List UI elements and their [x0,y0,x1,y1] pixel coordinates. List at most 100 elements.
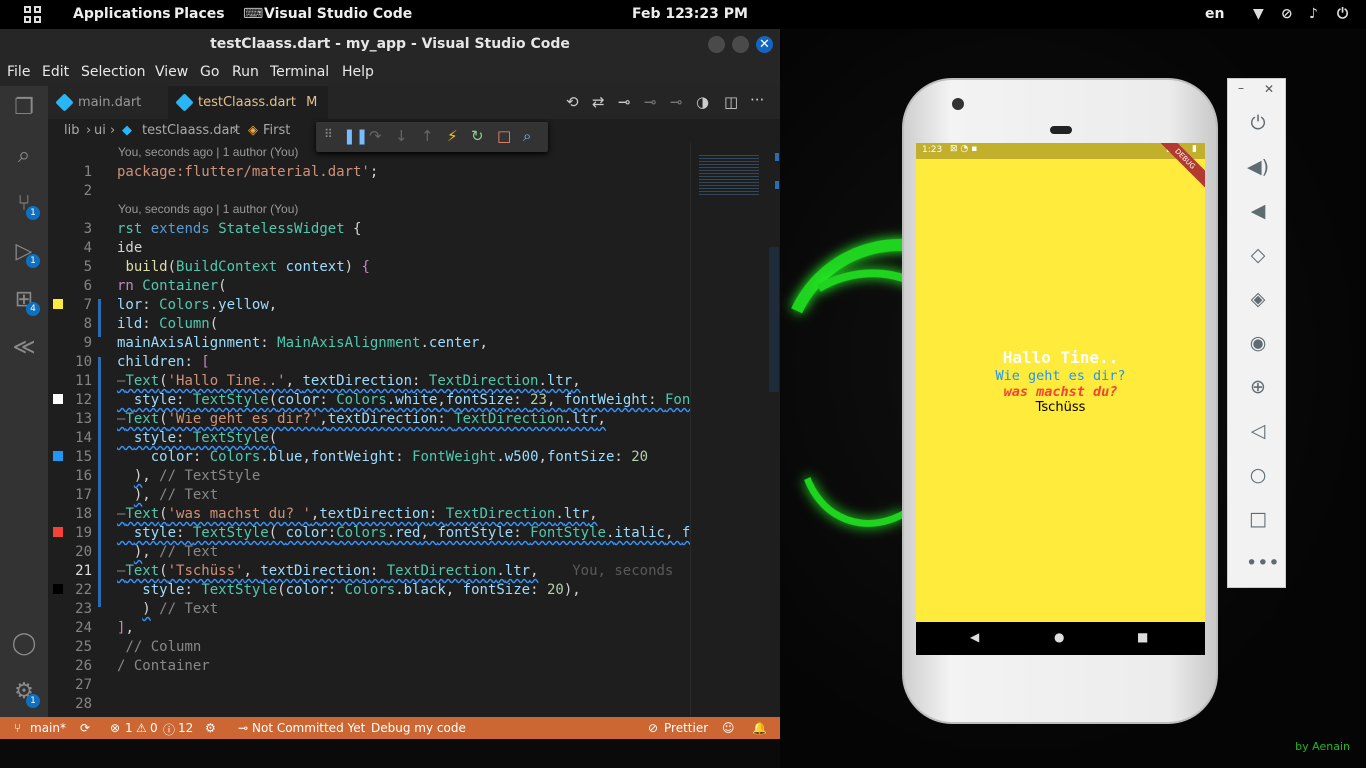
power-icon[interactable]: ⏻ [1337,6,1348,22]
timeline-icon[interactable]: ⟲ [566,93,579,111]
overview-icon[interactable]: □ [1246,507,1270,531]
microphone-icon[interactable]: ♪ [1309,6,1318,22]
breadcrumb-lib[interactable]: lib [64,123,79,138]
hallo-text: Hallo Tine.. [1002,348,1119,367]
menu-file[interactable]: File [7,64,30,80]
code-line: package:flutter/material.dart'; [117,164,379,180]
split-editor-icon[interactable]: ◫ [724,93,738,111]
flutter-icon[interactable]: ≪ [10,334,38,362]
tab-main-dart[interactable]: main.dart [48,86,168,119]
code-editor[interactable]: You, seconds ago | 1 author (You) You, s… [48,143,699,717]
menu-view[interactable]: View [155,64,188,80]
git-commit-icon[interactable]: ⊸ [618,93,631,111]
nav-home-icon[interactable]: ● [1054,630,1064,644]
home-icon[interactable]: ○ [1246,463,1270,487]
debug-config[interactable]: Debug my code [371,721,466,735]
warning-icon[interactable]: ⚠ [136,721,147,735]
activity-bar: ❐ ⌕ ⑂ 1 ▷ 1 ⊞ 4 ≪ ◯ ⚙ 1 [0,86,48,717]
emulator-screen[interactable]: 1:23 ⊠ ◔ ▪ LTE ▮ DEBUG Hallo Tine.. Wie … [916,143,1205,655]
prettier-check-icon: ⊘ [648,721,659,735]
info-count[interactable]: 12 [178,721,193,735]
explorer-icon[interactable]: ❐ [10,94,38,122]
close-window-button[interactable]: ✕ [756,36,773,53]
menu-selection[interactable]: Selection [81,64,146,80]
screenshot-camera-icon[interactable]: ◉ [1246,331,1270,355]
menu-edit[interactable]: Edit [42,64,69,80]
time-label[interactable]: 3:23 PM [684,6,748,22]
wifi-icon[interactable]: ▼ [1253,6,1264,22]
drag-handle-icon[interactable]: ⠿ [324,127,333,141]
rotate-left-icon[interactable]: ◇ [1246,243,1270,267]
more-options-icon[interactable]: ••• [1246,551,1280,575]
search-icon[interactable]: ⌕ [10,142,38,170]
line-number: 15 [75,449,92,465]
breadcrumb-file[interactable]: testClaass.dart [142,123,240,138]
keyboard-language[interactable]: en [1205,6,1224,22]
applications-menu[interactable]: Applications [73,6,171,22]
volume-down-icon[interactable]: ◀ [1246,199,1270,223]
pause-icon[interactable]: ❚❚ [343,127,368,145]
code-line: ild: Column( [117,316,219,332]
branch-label[interactable]: main* [30,721,66,735]
step-out-icon[interactable]: ↑ [421,127,434,145]
scrollbar-thumb[interactable] [769,247,779,392]
date-label[interactable]: Feb 12 [632,6,685,22]
debug-status-icon[interactable]: ⚙ [205,721,216,735]
next-change-icon[interactable]: ⊸ [670,93,683,111]
maximize-button[interactable] [732,36,749,53]
step-into-icon[interactable]: ↓ [395,127,408,145]
code-lens[interactable]: You, seconds ago | 1 author (You) [118,202,298,216]
minimap[interactable] [690,143,780,717]
line-number: 3 [83,221,92,237]
class-icon: ◈ [248,123,258,138]
places-menu[interactable]: Places [174,6,225,22]
account-icon[interactable]: ◯ [10,630,38,658]
tab-testclaass-dart[interactable]: testClaass.dart M ✕ [168,86,328,143]
feedback-icon[interactable]: ☺ [722,721,735,735]
git-branch-icon[interactable]: ⑂ [14,721,21,735]
restart-icon[interactable]: ↻ [471,127,484,145]
hot-reload-icon[interactable]: ⚡ [447,127,458,145]
minimize-emulator-icon[interactable]: – [1238,81,1244,95]
prettier-status[interactable]: Prettier [664,721,708,735]
close-emulator-icon[interactable]: ✕ [1264,82,1274,96]
warning-count[interactable]: 0 [150,721,158,735]
code-lens[interactable]: You, seconds ago | 1 author (You) [118,145,298,159]
prev-change-icon[interactable]: ⊸ [644,93,657,111]
app-grid-icon[interactable] [24,6,41,23]
nav-back-icon[interactable]: ◀ [970,630,979,644]
nav-recents-icon[interactable]: ■ [1137,630,1148,644]
code-line: rn Container( [117,278,227,294]
inspect-widget-icon[interactable]: ⌕ [523,127,531,145]
breadcrumb-ui[interactable]: ui [94,123,106,138]
compare-icon[interactable]: ⇄ [592,93,605,111]
blame-icon[interactable]: ◑ [696,93,709,111]
active-app-label[interactable]: Visual Studio Code [264,6,412,22]
mic-off-icon[interactable]: ⊘ [1281,6,1293,22]
back-icon[interactable]: ◁ [1246,419,1270,443]
stop-icon[interactable]: □ [497,127,511,145]
volume-up-icon[interactable]: ◀) [1246,155,1270,179]
menu-terminal[interactable]: Terminal [270,64,329,80]
rotate-right-icon[interactable]: ◈ [1246,287,1270,311]
system-top-bar: Applications Places ⌨ Visual Studio Code… [0,0,1366,29]
minimize-button[interactable] [708,36,725,53]
more-actions-icon[interactable]: ··· [750,91,764,109]
power-button-icon[interactable]: ⏻ [1246,111,1270,135]
info-icon[interactable]: ⓘ [163,721,175,738]
debug-toolbar: ⠿ ❚❚ ↷ ↓ ↑ ⚡ ↻ □ ⌕ [316,122,548,152]
sync-icon[interactable]: ⟳ [80,721,90,735]
line-number: 18 [75,506,92,522]
android-status-bar: 1:23 ⊠ ◔ ▪ LTE ▮ [916,143,1205,159]
notifications-bell-icon[interactable]: 🔔 [752,721,767,735]
menu-run[interactable]: Run [232,64,259,80]
menu-help[interactable]: Help [342,64,374,80]
line-number: 8 [83,316,92,332]
zoom-icon[interactable]: ⊕ [1246,375,1270,399]
error-icon[interactable]: ⊗ [110,721,120,735]
error-count[interactable]: 1 [125,721,133,735]
breadcrumb-symbol[interactable]: First [263,123,290,138]
commit-status[interactable]: Not Committed Yet [252,721,365,735]
step-over-icon[interactable]: ↷ [369,127,382,145]
menu-go[interactable]: Go [200,64,219,80]
